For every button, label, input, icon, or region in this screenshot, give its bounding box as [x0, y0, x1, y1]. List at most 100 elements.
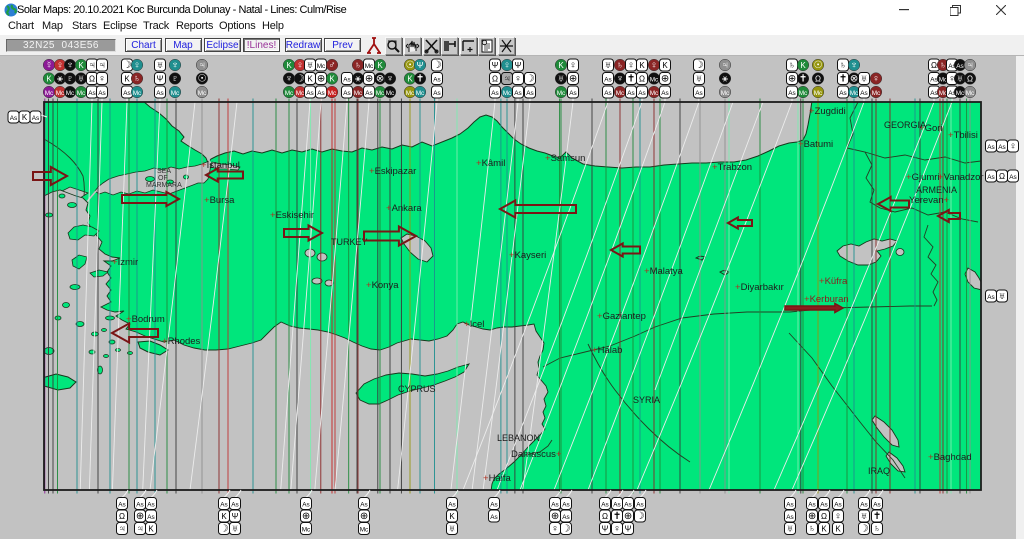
svg-text:Ω: Ω — [639, 75, 645, 84]
svg-text:♃: ♃ — [721, 60, 728, 71]
svg-text:♀: ♀ — [650, 60, 657, 71]
svg-text:+Rhodes: +Rhodes — [162, 336, 201, 347]
svg-text:As: As — [987, 144, 994, 151]
svg-text:K: K — [286, 61, 292, 70]
svg-text:+Vanadzor: +Vanadzor — [938, 172, 984, 183]
svg-text:⊕: ⊕ — [360, 511, 368, 522]
svg-text:+Istanbul: +Istanbul — [201, 160, 240, 171]
svg-text:As: As — [343, 90, 350, 97]
svg-text:♂: ♂ — [328, 60, 335, 71]
svg-text:Ω: Ω — [931, 61, 937, 70]
svg-text:K: K — [307, 75, 313, 84]
svg-text:As: As — [998, 144, 1005, 151]
svg-text:As: As — [306, 90, 313, 97]
svg-text:+Batumi: +Batumi — [798, 139, 833, 150]
svg-text:As: As — [661, 90, 668, 97]
svg-text:As: As — [490, 514, 497, 521]
svg-text:☽: ☽ — [695, 60, 704, 71]
svg-text:+Gaziantep: +Gaziantep — [597, 311, 646, 322]
svg-text:☉: ☉ — [814, 60, 823, 71]
svg-text:As: As — [604, 90, 611, 97]
svg-text:✝: ✝ — [416, 73, 424, 84]
svg-text:As: As — [820, 502, 827, 509]
svg-text:♃: ♃ — [198, 60, 205, 71]
svg-text:As: As — [860, 90, 867, 97]
svg-text:TURKEY: TURKEY — [331, 237, 368, 247]
svg-text:MARMARA: MARMARA — [146, 182, 182, 189]
svg-text:♅: ♅ — [786, 524, 793, 535]
svg-text:☽: ☽ — [562, 524, 571, 535]
svg-text:As: As — [627, 90, 634, 97]
svg-text:SEA: SEA — [157, 168, 171, 175]
svg-text:Ψ: Ψ — [157, 75, 164, 84]
svg-text:As: As — [98, 90, 105, 97]
svg-text:♄: ♄ — [354, 60, 361, 71]
svg-text:As: As — [562, 514, 569, 521]
svg-text:K: K — [821, 525, 827, 534]
svg-text:As: As — [360, 502, 367, 509]
svg-text:+Kayseri: +Kayseri — [509, 250, 546, 261]
svg-text:Yerevan+: Yerevan+ — [909, 195, 950, 206]
svg-text:⊕: ⊕ — [788, 74, 796, 85]
svg-text:Mc: Mc — [386, 90, 395, 97]
svg-text:Mc: Mc — [416, 90, 425, 97]
svg-text:+Bursa: +Bursa — [204, 195, 235, 206]
svg-text:Mc: Mc — [66, 90, 75, 97]
svg-text:+Malatya: +Malatya — [644, 266, 684, 277]
svg-text:As: As — [448, 502, 455, 509]
svg-text:♀: ♀ — [98, 74, 105, 85]
svg-text:♄: ♄ — [133, 73, 140, 84]
svg-text:♀: ♀ — [613, 524, 620, 535]
svg-text:⊕: ⊕ — [551, 511, 559, 522]
svg-text:Mc: Mc — [45, 90, 54, 97]
svg-text:♆: ♆ — [285, 73, 292, 84]
svg-text:+Gjumri: +Gjumri — [906, 172, 940, 183]
svg-text:K: K — [662, 61, 668, 70]
svg-text:K: K — [377, 61, 383, 70]
svg-text:♅: ♅ — [956, 73, 963, 84]
svg-text:K: K — [835, 525, 841, 534]
svg-text:☽: ☽ — [220, 524, 229, 535]
svg-text:☽: ☽ — [296, 73, 305, 84]
svg-text:As: As — [873, 502, 880, 509]
svg-text:Ω: Ω — [967, 74, 973, 83]
svg-text:♆: ♆ — [616, 73, 623, 84]
svg-text:♅: ♅ — [998, 291, 1005, 302]
svg-text:As: As — [569, 90, 576, 97]
svg-text:Mc: Mc — [328, 90, 337, 97]
svg-text:♀: ♀ — [551, 524, 558, 535]
svg-text:K: K — [558, 61, 564, 70]
svg-text:⚹: ⚹ — [57, 73, 63, 84]
svg-text:As: As — [32, 115, 39, 122]
svg-text:IRAQ: IRAQ — [868, 466, 890, 476]
svg-text:⊗: ⊗ — [850, 73, 858, 84]
svg-text:Ψ: Ψ — [492, 61, 499, 70]
svg-text:+Zugdidi: +Zugdidi — [809, 106, 846, 117]
svg-text:♀: ♀ — [1009, 141, 1016, 152]
svg-text:♀: ♀ — [627, 60, 634, 71]
svg-text:+Konya: +Konya — [366, 280, 399, 291]
svg-text:♄: ♄ — [939, 60, 946, 71]
svg-text:K: K — [22, 113, 28, 122]
svg-text:Mc: Mc — [956, 90, 965, 97]
svg-text:Ω: Ω — [821, 512, 827, 521]
svg-text:As: As — [860, 502, 867, 509]
svg-text:As: As — [786, 502, 793, 509]
svg-text:⚹: ⚹ — [355, 73, 361, 84]
svg-text:♄: ♄ — [808, 524, 815, 535]
svg-text:+Bodrum: +Bodrum — [126, 314, 165, 325]
svg-text:⊕: ⊕ — [661, 74, 669, 85]
svg-text:OF: OF — [158, 175, 168, 182]
svg-text:♄: ♄ — [873, 524, 880, 535]
svg-text:✝: ✝ — [873, 511, 881, 522]
svg-text:+Diyarbakır: +Diyarbakır — [735, 282, 784, 293]
svg-text:As: As — [136, 502, 143, 509]
svg-text:Mc: Mc — [198, 90, 207, 97]
svg-text:☽: ☽ — [526, 74, 535, 85]
svg-text:♃: ♃ — [136, 524, 143, 535]
svg-text:♆: ♆ — [850, 60, 857, 71]
svg-text:As: As — [956, 63, 963, 70]
svg-text:♃: ♃ — [118, 524, 125, 535]
svg-text:☽: ☽ — [123, 60, 132, 71]
svg-text:Mc: Mc — [302, 527, 311, 534]
